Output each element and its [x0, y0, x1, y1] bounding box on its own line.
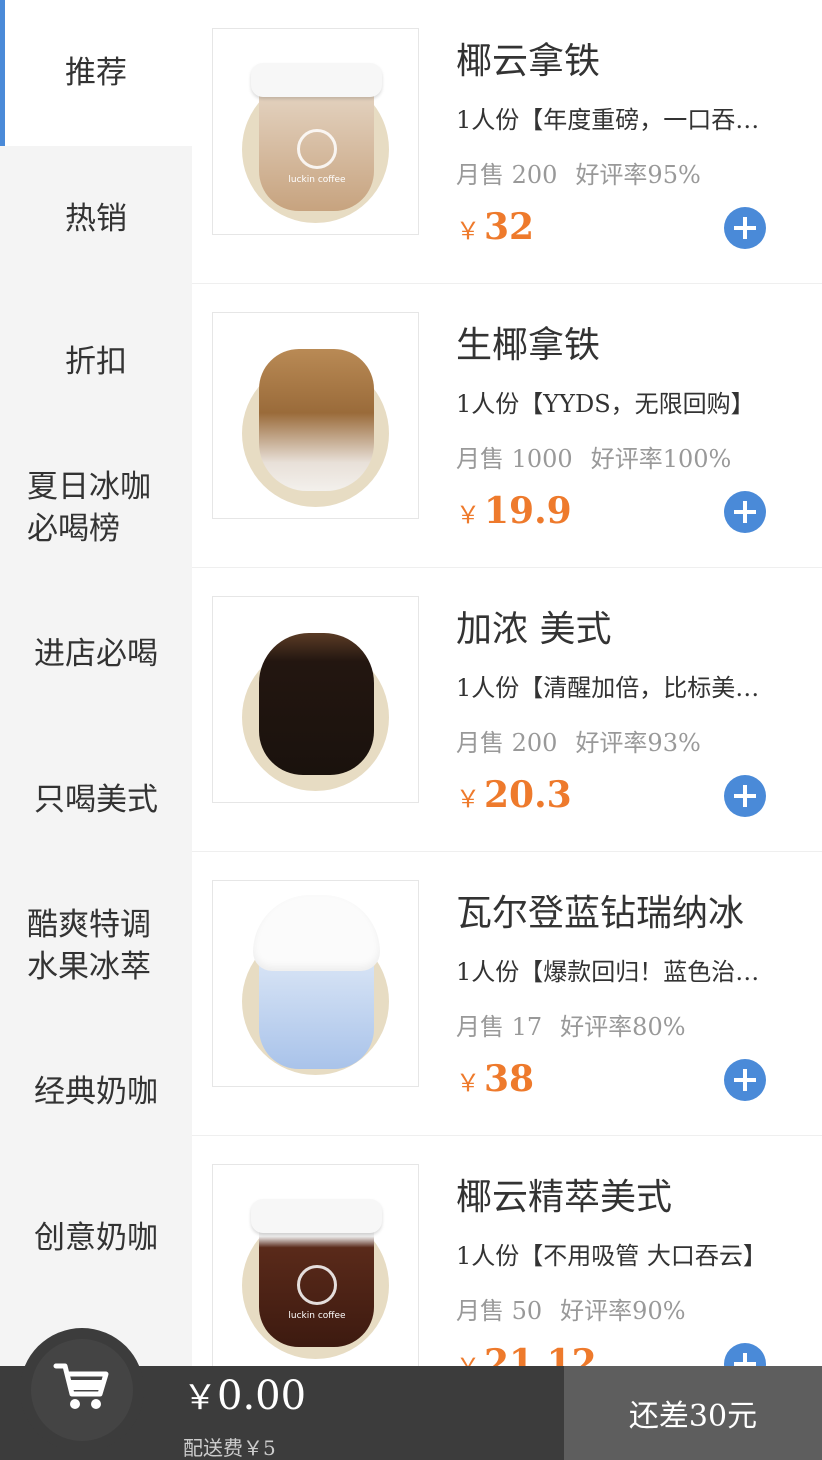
whipped-cream: [253, 895, 380, 971]
sidebar-item-label: 只喝美式: [34, 782, 158, 818]
sidebar-item-summer-iced[interactable]: 夏日冰咖 必喝榜: [0, 435, 192, 581]
product-price: ￥ 20.3: [456, 774, 572, 816]
checkout-button[interactable]: 还差30元: [564, 1366, 822, 1460]
product-item[interactable]: luckin coffee 椰云拿铁 1人份【年度重磅，一口吞云】 月售 200…: [192, 0, 822, 284]
sidebar-item-label: 热销: [65, 201, 127, 237]
currency-symbol: ￥: [456, 785, 480, 813]
sidebar-item-americano[interactable]: 只喝美式: [0, 727, 192, 873]
brand-text: luckin coffee: [288, 1311, 346, 1321]
deer-logo-icon: [297, 129, 337, 169]
currency-symbol: ￥: [456, 1069, 480, 1097]
product-name: 椰云精萃美式: [456, 1177, 673, 1218]
brand-text: luckin coffee: [288, 175, 346, 185]
rating: 好评率93%: [575, 729, 701, 757]
currency-symbol: ￥: [456, 1353, 480, 1366]
product-image[interactable]: luckin coffee: [212, 28, 419, 235]
add-to-cart-button[interactable]: [724, 1059, 766, 1101]
monthly-sales: 月售 1000: [456, 445, 573, 473]
product-stats: 月售 1000 好评率100%: [456, 439, 731, 474]
product-item[interactable]: 生椰拿铁 1人份【YYDS，无限回购】 月售 1000 好评率100% ￥ 19.9: [192, 284, 822, 568]
currency-symbol: ￥: [456, 217, 480, 245]
monthly-sales: 月售 50: [456, 1297, 543, 1325]
coffee-cup-image: luckin coffee: [251, 1199, 382, 1347]
sidebar-item-recommended[interactable]: 推荐: [0, 0, 192, 146]
sidebar-item-classic-milk[interactable]: 经典奶咖: [0, 1019, 192, 1165]
sidebar-item-creative-milk[interactable]: 创意奶咖: [0, 1165, 192, 1311]
monthly-sales: 月售 200: [456, 729, 558, 757]
price-value: 20.3: [484, 774, 572, 816]
product-desc: 1人份【YYDS，无限回购】: [456, 390, 755, 418]
cart-total-value: 0.00: [217, 1373, 307, 1419]
product-item[interactable]: 瓦尔登蓝钻瑞纳冰 1人份【爆款回归！蓝色治愈】 月售 17 好评率80% ￥ 38: [192, 852, 822, 1136]
product-item[interactable]: 加浓 美式 1人份【清醒加倍，比标美更浓】 月售 200 好评率93% ￥20.3: [192, 568, 822, 852]
rating: 好评率80%: [560, 1013, 686, 1041]
product-price: ￥ 21.12: [456, 1342, 597, 1366]
rating: 好评率95%: [575, 161, 701, 189]
coffee-cup-image: luckin coffee: [251, 63, 382, 211]
coffee-cup-image: [259, 349, 374, 491]
product-price: ￥ 38: [456, 1058, 534, 1100]
sidebar-item-label: 经典奶咖: [34, 1074, 158, 1110]
sidebar-item-must-drink[interactable]: 进店必喝: [0, 581, 192, 727]
rating: 好评率90%: [560, 1297, 686, 1325]
shopping-cart-icon: [53, 1363, 109, 1409]
currency-symbol: ￥: [183, 1378, 217, 1418]
sidebar-item-label: 酷爽特调 水果冰萃: [27, 907, 151, 985]
delivery-fee: 配送费￥5: [183, 1436, 276, 1460]
sidebar-item-discount[interactable]: 折扣: [0, 289, 192, 435]
sidebar-item-label: 折扣: [65, 344, 127, 380]
sidebar-item-hot[interactable]: 热销: [0, 146, 192, 292]
sidebar-item-label: 进店必喝: [34, 636, 158, 672]
add-to-cart-button[interactable]: [724, 491, 766, 533]
product-desc: 1人份【不用吸管 大口吞云】: [456, 1242, 767, 1270]
rating: 好评率100%: [590, 445, 732, 473]
product-image[interactable]: luckin coffee: [212, 1164, 419, 1366]
add-to-cart-button[interactable]: [724, 1343, 766, 1366]
coffee-cup-image: [259, 633, 374, 775]
deer-logo-icon: [297, 1265, 337, 1305]
product-price: ￥ 19.9: [456, 490, 572, 532]
product-desc: 1人份【年度重磅，一口吞云】: [456, 106, 768, 134]
product-list: luckin coffee 椰云拿铁 1人份【年度重磅，一口吞云】 月售 200…: [192, 0, 822, 1366]
product-desc: 1人份【爆款回归！蓝色治愈】: [456, 958, 768, 986]
product-stats: 月售 200 好评率93%: [456, 723, 701, 758]
product-name: 加浓 美式: [456, 609, 612, 650]
cart-total: ￥0.00: [183, 1370, 306, 1419]
price-value: 19.9: [484, 490, 572, 532]
sidebar-item-label: 夏日冰咖 必喝榜: [27, 469, 151, 547]
product-desc: 1人份【清醒加倍，比标美更浓】: [456, 674, 768, 702]
price-value: 21.12: [484, 1342, 597, 1366]
sidebar-item-label: 推荐: [65, 55, 127, 91]
product-image[interactable]: [212, 596, 419, 803]
product-image[interactable]: [212, 880, 419, 1087]
add-to-cart-button[interactable]: [724, 207, 766, 249]
add-to-cart-button[interactable]: [724, 775, 766, 817]
cup-lid: [251, 63, 382, 97]
drink-cup-image: [253, 895, 380, 1069]
cart-button[interactable]: [20, 1328, 144, 1452]
monthly-sales: 月售 200: [456, 161, 558, 189]
category-sidebar: 推荐 热销 折扣 夏日冰咖 必喝榜 进店必喝 只喝美式 酷爽特调 水果冰萃 经典…: [0, 0, 192, 1366]
currency-symbol: ￥: [456, 501, 480, 529]
product-name: 椰云拿铁: [456, 41, 601, 82]
monthly-sales: 月售 17: [456, 1013, 543, 1041]
product-stats: 月售 17 好评率80%: [456, 1007, 686, 1042]
product-item[interactable]: luckin coffee 椰云精萃美式 1人份【不用吸管 大口吞云】 月售 5…: [192, 1136, 822, 1366]
product-stats: 月售 50 好评率90%: [456, 1291, 686, 1326]
product-name: 生椰拿铁: [456, 325, 601, 366]
product-image[interactable]: [212, 312, 419, 519]
sidebar-item-label: 创意奶咖: [34, 1220, 158, 1256]
price-value: 38: [484, 1058, 535, 1100]
cup-lid: [251, 1199, 382, 1233]
product-stats: 月售 200 好评率95%: [456, 155, 701, 190]
price-value: 32: [484, 206, 535, 248]
product-name: 瓦尔登蓝钻瑞纳冰: [456, 893, 745, 934]
product-price: ￥ 32: [456, 206, 534, 248]
sidebar-item-special-fruit[interactable]: 酷爽特调 水果冰萃: [0, 873, 192, 1019]
